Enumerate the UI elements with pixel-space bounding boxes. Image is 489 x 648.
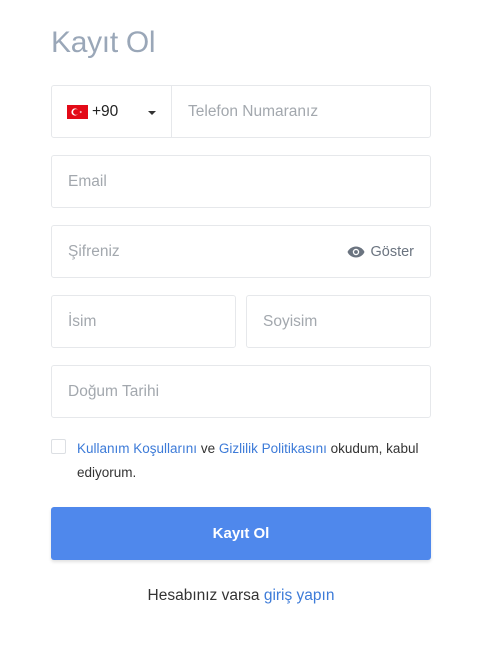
login-prompt: Hesabınız varsa giriş yapın bbox=[0, 587, 482, 605]
terms-of-use-link[interactable]: Kullanım Koşullarını bbox=[77, 441, 197, 456]
login-link[interactable]: giriş yapın bbox=[264, 587, 335, 604]
birth-date-placeholder: Doğum Tarihi bbox=[68, 382, 160, 400]
password-field[interactable]: Şifreniz Göster bbox=[51, 225, 431, 278]
country-code-select[interactable]: +90 bbox=[52, 86, 172, 137]
terms-text: Kullanım Koşullarını ve Gizlilik Politik… bbox=[77, 437, 422, 485]
first-name-field[interactable]: İsim bbox=[51, 295, 236, 348]
phone-placeholder: Telefon Numaranız bbox=[188, 102, 319, 120]
phone-input[interactable]: Telefon Numaranız bbox=[172, 86, 430, 137]
chevron-down-icon bbox=[148, 111, 156, 115]
phone-field-group: +90 Telefon Numaranız bbox=[51, 85, 431, 138]
page-title: Kayıt Ol bbox=[51, 26, 156, 59]
last-name-field[interactable]: Soyisim bbox=[246, 295, 431, 348]
password-placeholder: Şifreniz bbox=[68, 242, 120, 260]
first-name-placeholder: İsim bbox=[68, 312, 97, 330]
eye-icon bbox=[347, 246, 365, 257]
terms-checkbox[interactable] bbox=[51, 439, 66, 454]
privacy-policy-link[interactable]: Gizlilik Politikasını bbox=[219, 441, 327, 456]
last-name-placeholder: Soyisim bbox=[263, 312, 318, 330]
show-password-label: Göster bbox=[370, 243, 414, 260]
register-button[interactable]: Kayıt Ol bbox=[51, 507, 431, 560]
turkey-flag-icon bbox=[67, 105, 88, 119]
email-placeholder: Email bbox=[68, 172, 107, 190]
login-prompt-text: Hesabınız varsa bbox=[147, 587, 260, 604]
show-password-toggle[interactable]: Göster bbox=[347, 244, 414, 260]
terms-connector: ve bbox=[200, 441, 216, 456]
birth-date-field[interactable]: Doğum Tarihi bbox=[51, 365, 431, 418]
dial-code: +90 bbox=[92, 102, 119, 120]
email-field[interactable]: Email bbox=[51, 155, 431, 208]
